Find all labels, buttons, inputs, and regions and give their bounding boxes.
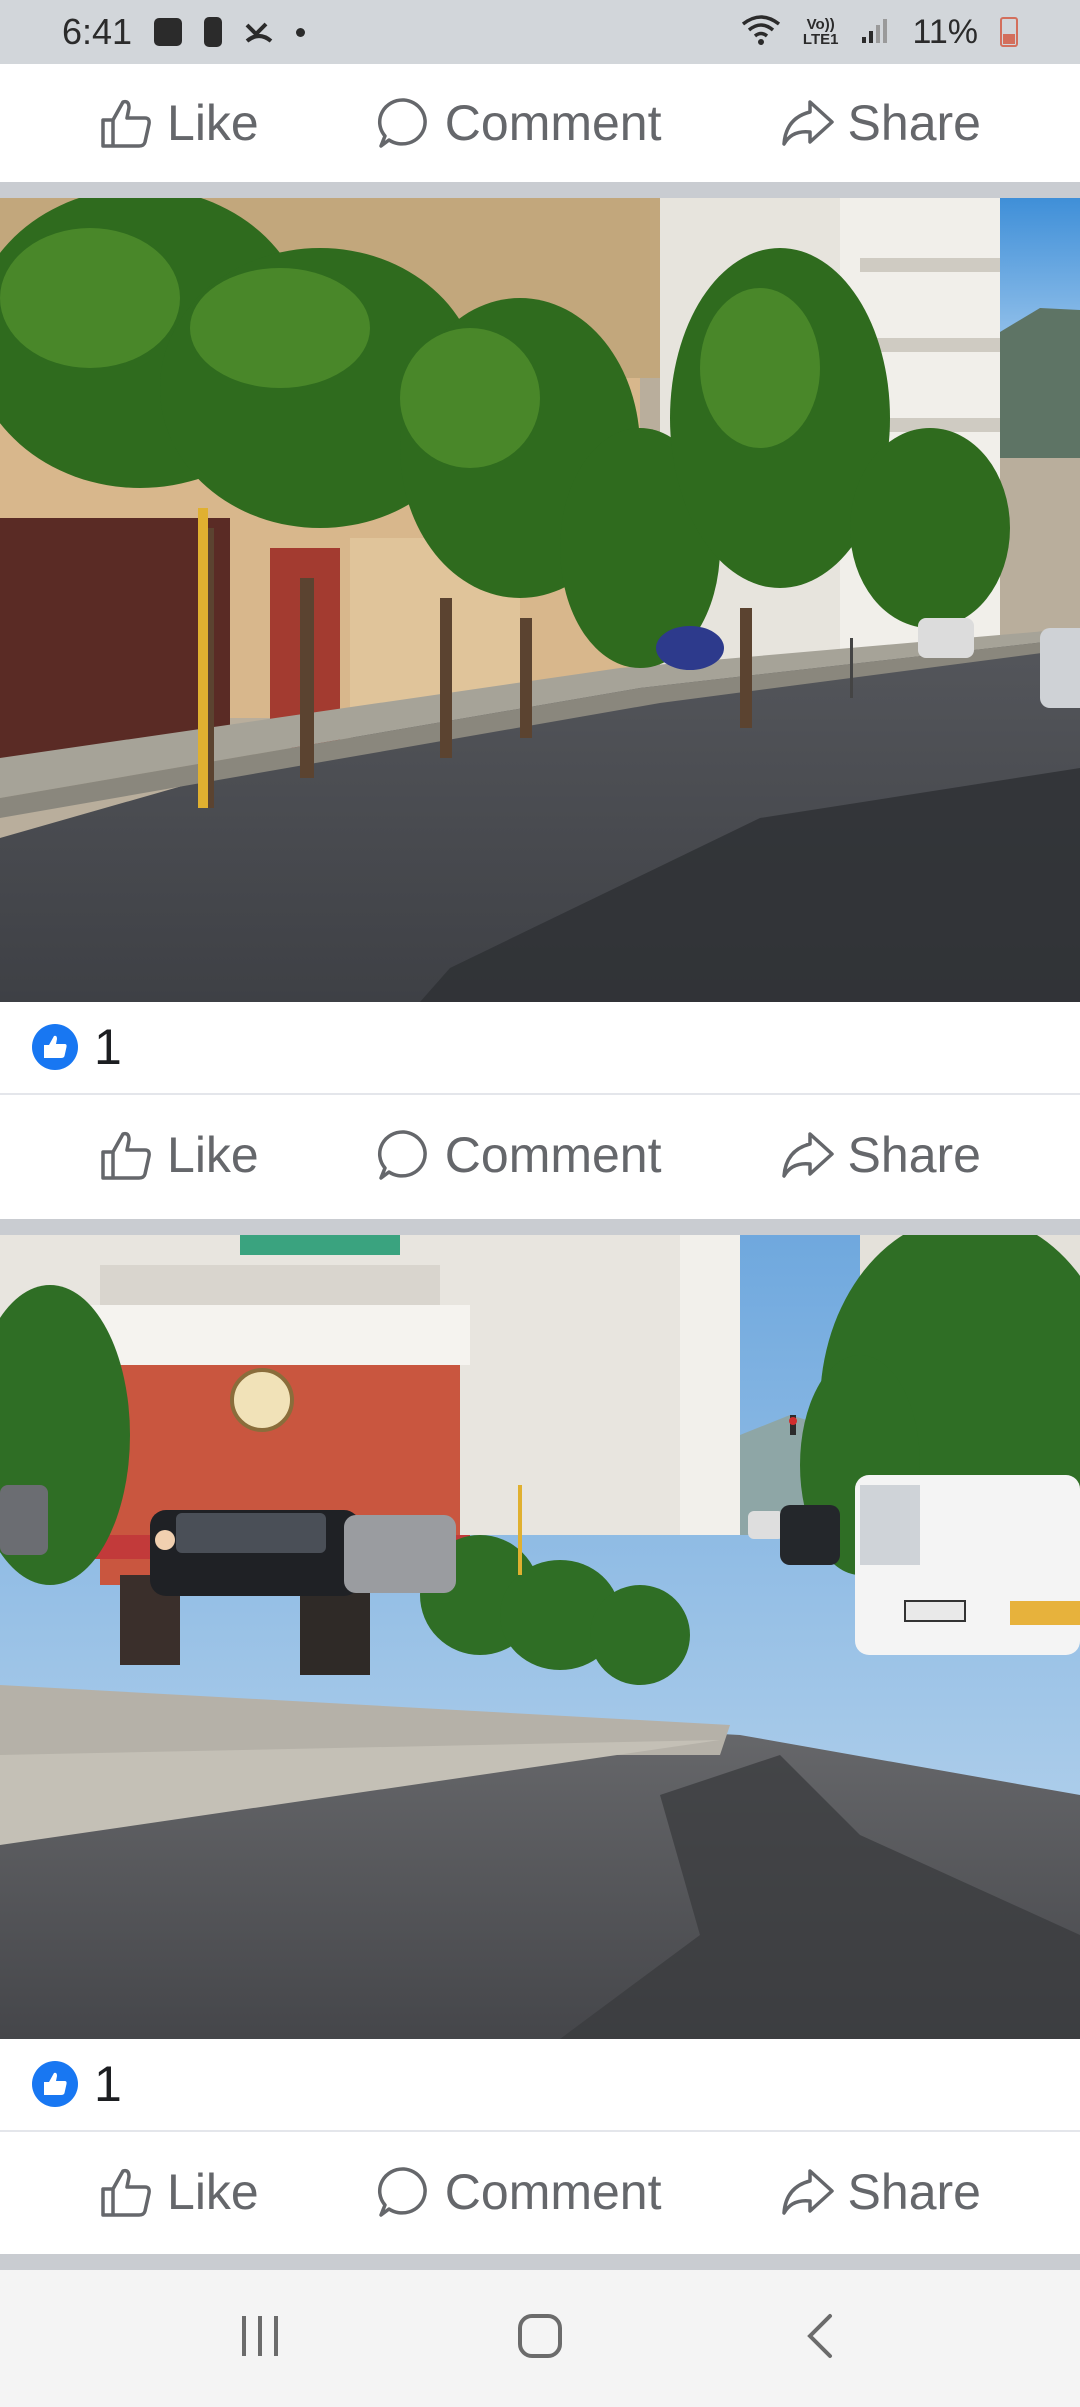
post-separator	[0, 182, 1080, 198]
post-separator	[0, 1219, 1080, 1235]
wifi-icon	[741, 14, 781, 51]
like-label: Like	[167, 95, 259, 151]
post-photo[interactable]	[0, 198, 1080, 1002]
comment-label: Comment	[444, 1127, 662, 1183]
back-icon	[800, 2312, 840, 2365]
comment-icon	[377, 1128, 431, 1182]
reaction-summary[interactable]: 1	[0, 1002, 1080, 1092]
comment-icon	[377, 96, 431, 150]
reaction-count: 1	[94, 1019, 122, 1075]
post-photo[interactable]	[0, 1235, 1080, 2039]
missed-call-icon	[244, 15, 274, 50]
thumbs-up-icon	[99, 1128, 153, 1182]
like-button[interactable]: Like	[99, 1126, 259, 1184]
share-icon	[780, 2165, 834, 2219]
status-bar: 6:41 Vo)) LTE1 11%	[0, 0, 1080, 64]
comment-button[interactable]: Comment	[377, 94, 662, 152]
divider	[0, 1093, 1080, 1095]
recent-apps-button[interactable]	[200, 2289, 320, 2389]
like-reaction-icon	[32, 1024, 78, 1070]
comment-label: Comment	[444, 2164, 662, 2220]
reaction-summary[interactable]: 1	[0, 2039, 1080, 2129]
post-separator	[0, 2254, 1080, 2270]
thumbs-up-icon	[99, 2165, 153, 2219]
share-button[interactable]: Share	[780, 94, 981, 152]
comment-label: Comment	[444, 95, 662, 151]
comment-icon	[377, 2165, 431, 2219]
reaction-count: 1	[94, 2056, 122, 2112]
post-action-bar: Like Comment Share	[0, 1096, 1080, 1214]
share-icon	[780, 96, 834, 150]
post-action-bar: Like Comment Share	[0, 2133, 1080, 2251]
system-nav-bar	[0, 2270, 1080, 2407]
back-button[interactable]	[760, 2289, 880, 2389]
comment-button[interactable]: Comment	[377, 1126, 662, 1184]
share-label: Share	[847, 95, 981, 151]
signal-icon	[860, 15, 890, 50]
recent-apps-icon	[236, 2314, 284, 2363]
home-icon	[516, 2312, 564, 2365]
share-label: Share	[847, 1127, 981, 1183]
volte-label-bottom: LTE1	[802, 31, 839, 48]
like-label: Like	[167, 2164, 259, 2220]
like-button[interactable]: Like	[99, 94, 259, 152]
comment-button[interactable]: Comment	[377, 2163, 662, 2221]
like-reaction-icon	[32, 2061, 78, 2107]
like-label: Like	[167, 1127, 259, 1183]
divider	[0, 2130, 1080, 2132]
battery-icon	[1000, 17, 1018, 47]
photo-icon	[154, 18, 183, 46]
volte-label: Vo)) LTE1	[803, 17, 839, 47]
thumbs-up-icon	[99, 96, 153, 150]
battery-percent: 11%	[912, 12, 978, 51]
post-action-bar: Like Comment Share	[0, 64, 1080, 182]
like-button[interactable]: Like	[99, 2163, 259, 2221]
status-time: 6:41	[62, 11, 133, 52]
share-label: Share	[847, 2164, 981, 2220]
screen: 6:41 Vo)) LTE1 11% Like Comment Share 1 …	[0, 0, 1080, 2407]
notification-dot-icon	[296, 27, 306, 37]
share-button[interactable]: Share	[780, 1126, 981, 1184]
sim-icon	[204, 17, 223, 47]
share-button[interactable]: Share	[780, 2163, 981, 2221]
home-button[interactable]	[480, 2289, 600, 2389]
share-icon	[780, 1128, 834, 1182]
